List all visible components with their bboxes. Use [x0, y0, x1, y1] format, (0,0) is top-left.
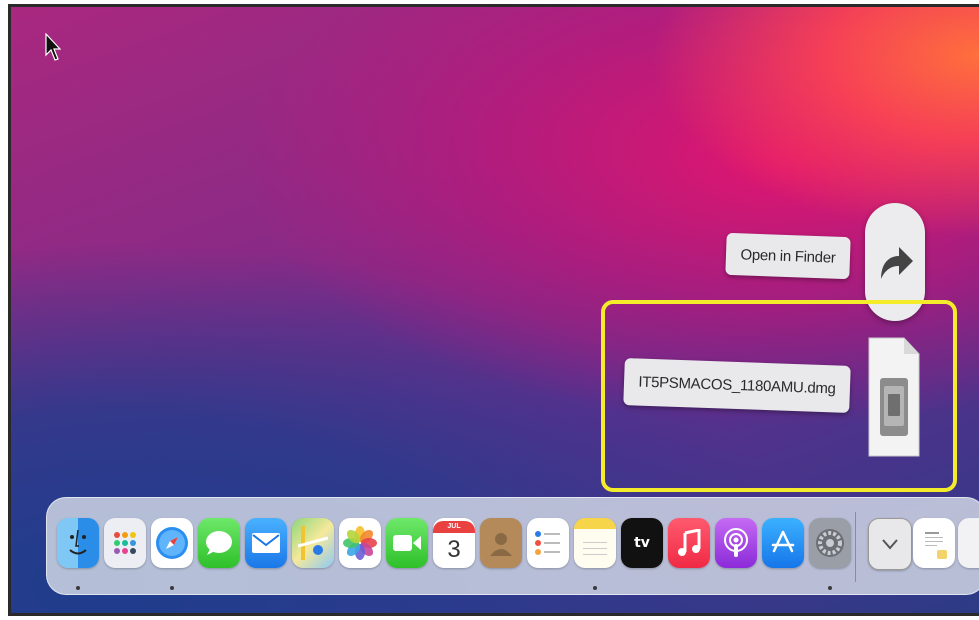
system-preferences-icon[interactable]: [809, 518, 851, 568]
mail-icon[interactable]: [245, 518, 287, 568]
share-arrow-icon: [881, 247, 913, 279]
finder-icon[interactable]: [57, 518, 99, 568]
system-preferences-running-indicator: [828, 586, 832, 590]
finder-running-indicator: [76, 586, 80, 590]
safari-icon[interactable]: [151, 518, 193, 568]
maps-icon[interactable]: [292, 518, 334, 568]
podcasts-icon[interactable]: [715, 518, 757, 568]
notes-icon[interactable]: [574, 518, 616, 568]
open-in-finder-button[interactable]: Open in Finder: [725, 232, 851, 280]
dock-separator: [855, 512, 856, 582]
launchpad-icon[interactable]: [104, 518, 146, 568]
tv-label: tv: [634, 535, 650, 551]
calendar-day: 3: [447, 536, 461, 563]
calendar-icon[interactable]: JUL 3: [433, 518, 475, 568]
trash-icon[interactable]: [958, 518, 979, 568]
messages-icon[interactable]: [198, 518, 240, 568]
contacts-icon[interactable]: [480, 518, 522, 568]
mouse-pointer-icon: [45, 33, 61, 61]
apple-tv-icon[interactable]: tv: [621, 518, 663, 568]
file-highlight-box: [601, 300, 957, 492]
dock: JUL 3 tv: [46, 497, 979, 595]
open-in-finder-label: Open in Finder: [740, 245, 836, 267]
app-store-icon[interactable]: [762, 518, 804, 568]
document-stack-icon[interactable]: [913, 518, 955, 568]
notes-running-indicator: [593, 586, 597, 590]
reminders-icon[interactable]: [527, 518, 569, 568]
music-icon[interactable]: [668, 518, 710, 568]
calendar-month: JUL: [433, 521, 475, 533]
safari-running-indicator: [170, 586, 174, 590]
downloads-stack-icon[interactable]: [868, 518, 912, 570]
facetime-icon[interactable]: [386, 518, 428, 568]
photos-icon[interactable]: [339, 518, 381, 568]
